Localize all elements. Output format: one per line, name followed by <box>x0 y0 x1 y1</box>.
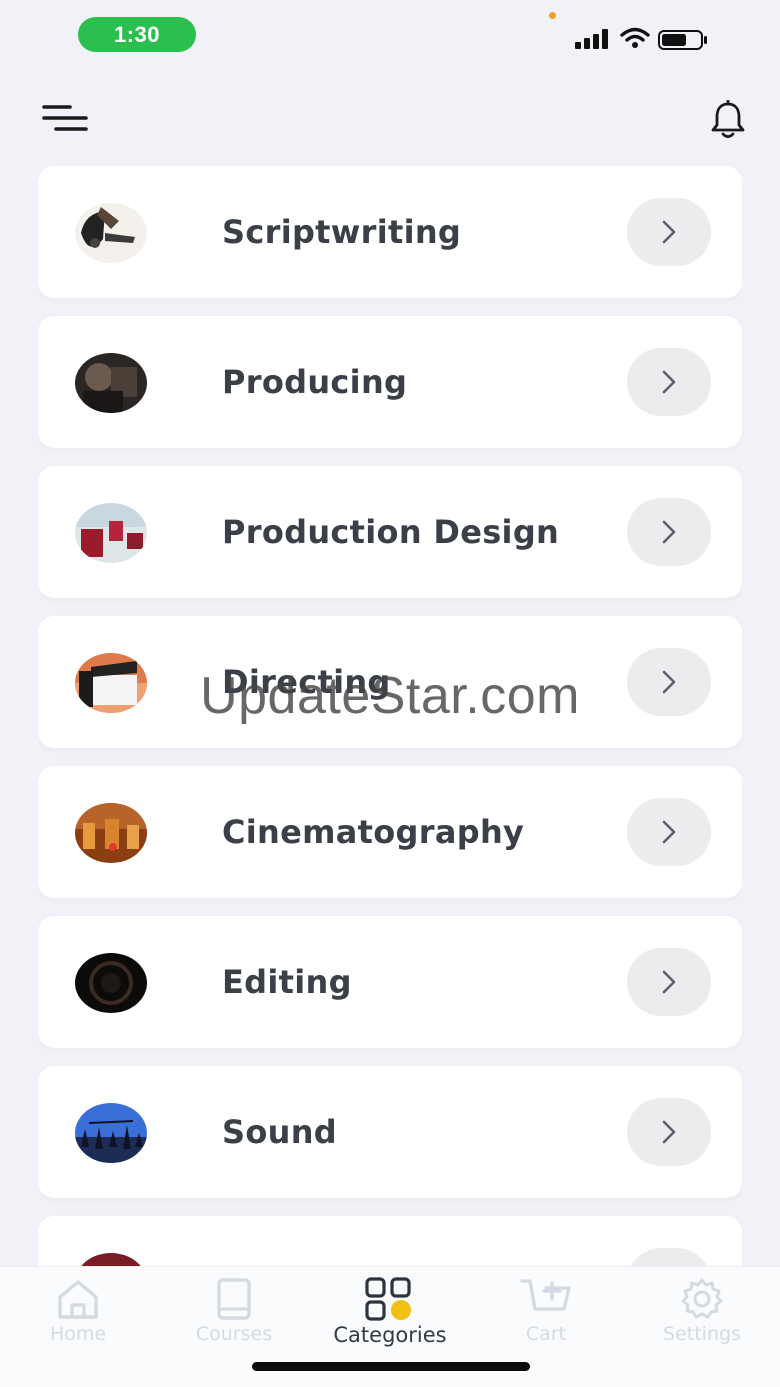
category-card-scriptwriting[interactable]: Scriptwriting <box>38 166 742 298</box>
editing-thumbnail <box>75 953 147 1013</box>
cellular-signal-icon <box>575 29 608 49</box>
category-label: Scriptwriting <box>222 213 462 251</box>
chevron-right-icon <box>662 670 676 694</box>
category-card-sound[interactable]: Sound <box>38 1066 742 1198</box>
nav-item-home[interactable]: Home <box>0 1277 156 1357</box>
producing-thumbnail <box>75 353 147 413</box>
chevron-right-icon <box>662 1120 676 1144</box>
categories-grid-icon <box>365 1277 411 1321</box>
chevron-right-icon <box>662 370 676 394</box>
category-card-directing[interactable]: Directing <box>38 616 742 748</box>
home-icon <box>58 1280 98 1319</box>
directing-thumbnail <box>75 653 147 713</box>
nav-label-courses: Courses <box>195 1323 273 1345</box>
nav-label-settings: Settings <box>663 1323 741 1345</box>
cinematography-thumbnail <box>75 803 147 863</box>
category-label: Directing <box>222 663 391 701</box>
chevron-right-icon <box>662 820 676 844</box>
chevron-right-icon <box>662 970 676 994</box>
category-label: Production Design <box>222 513 560 551</box>
category-label: Cinematography <box>222 813 525 851</box>
nav-label-cart: Cart <box>525 1323 567 1345</box>
category-open-button[interactable] <box>627 1248 711 1266</box>
category-open-button[interactable] <box>627 498 711 566</box>
book-icon <box>217 1278 251 1320</box>
category-card-production-design[interactable]: Production Design <box>38 466 742 598</box>
chevron-right-icon <box>662 220 676 244</box>
status-bar: 1:30 <box>0 0 780 70</box>
category-card-partial[interactable] <box>38 1216 742 1266</box>
category-open-button[interactable] <box>627 648 711 716</box>
menu-icon[interactable] <box>42 102 90 136</box>
nav-label-categories: Categories <box>333 1323 447 1347</box>
nav-item-cart[interactable]: Cart <box>468 1277 624 1357</box>
category-open-button[interactable] <box>627 798 711 866</box>
category-card-editing[interactable]: Editing <box>38 916 742 1048</box>
gear-icon <box>681 1278 723 1319</box>
category-open-button[interactable] <box>627 348 711 416</box>
wifi-icon <box>620 27 650 48</box>
scriptwriting-thumbnail <box>75 203 147 263</box>
cart-icon <box>520 1279 571 1311</box>
battery-icon <box>658 30 707 50</box>
sound-thumbnail <box>75 1103 147 1163</box>
category-open-button[interactable] <box>627 1098 711 1166</box>
home-indicator <box>252 1362 530 1371</box>
nav-item-settings[interactable]: Settings <box>624 1277 780 1357</box>
privacy-indicator-dot <box>549 12 556 19</box>
category-list: Scriptwriting Producing Production Desig… <box>38 166 742 1266</box>
nav-item-categories[interactable]: Categories <box>312 1277 468 1357</box>
category-card-cinematography[interactable]: Cinematography <box>38 766 742 898</box>
category-open-button[interactable] <box>627 948 711 1016</box>
nav-label-home: Home <box>49 1323 107 1345</box>
bell-icon[interactable] <box>708 100 748 140</box>
category-label: Sound <box>222 1113 337 1151</box>
status-time: 1:30 <box>78 17 196 52</box>
production-design-thumbnail <box>75 503 147 563</box>
category-label: Editing <box>222 963 352 1001</box>
category-open-button[interactable] <box>627 198 711 266</box>
chevron-right-icon <box>662 520 676 544</box>
category-label: Producing <box>222 363 408 401</box>
nav-item-courses[interactable]: Courses <box>156 1277 312 1357</box>
category-card-producing[interactable]: Producing <box>38 316 742 448</box>
partial-thumbnail <box>75 1253 147 1266</box>
